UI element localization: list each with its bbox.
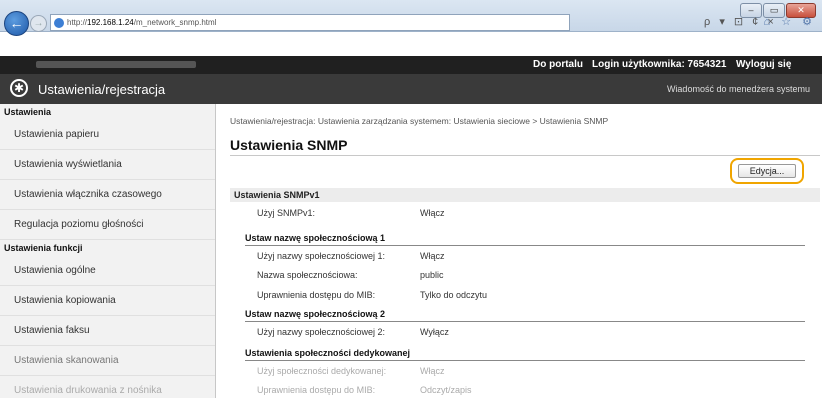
url-path: /m_network_snmp.html bbox=[133, 18, 217, 27]
back-arrow-icon[interactable]: ← bbox=[4, 11, 29, 36]
breadcrumb: Ustawienia/rejestracja: Ustawienia zarzą… bbox=[230, 116, 609, 126]
community2-use-label: Użyj nazwy społecznościowej 2: bbox=[257, 327, 386, 337]
row-community1-name: Nazwa społecznościowa: public bbox=[257, 270, 444, 280]
use-snmpv1-value: Włącz bbox=[420, 208, 445, 218]
forward-arrow-icon[interactable]: → bbox=[30, 15, 47, 32]
use-snmpv1-label: Użyj SNMPv1: bbox=[257, 208, 316, 218]
sidebar-item-scan[interactable]: Ustawienia skanowania bbox=[0, 346, 215, 376]
main-content: Ustawienia/rejestracja: Ustawienia zarzą… bbox=[217, 104, 822, 398]
sidebar-item-fax[interactable]: Ustawienia faksu bbox=[0, 316, 215, 346]
dedicated-mib-label: Uprawnienia dostępu do MIB: bbox=[257, 385, 376, 395]
community1-mib-value: Tylko do odczytu bbox=[420, 290, 488, 300]
row-use-snmpv1: Użyj SNMPv1: Włącz bbox=[257, 208, 445, 218]
logout-link[interactable]: Wyloguj się bbox=[736, 59, 791, 70]
community1-use-label: Użyj nazwy społecznościowej 1: bbox=[257, 251, 386, 261]
url-prefix: http:// bbox=[67, 18, 88, 27]
sidebar-section-functions: Ustawienia funkcji bbox=[4, 243, 83, 253]
sidebar-item-media-print[interactable]: Ustawienia drukowania z nośnika bbox=[0, 376, 215, 398]
admin-message-link[interactable]: Wiadomość do menedżera systemu bbox=[667, 84, 810, 94]
page-title: Ustawienia SNMP bbox=[230, 137, 348, 153]
title-divider bbox=[230, 155, 820, 156]
sidebar-item-timer[interactable]: Ustawienia włącznika czasowego bbox=[0, 180, 215, 210]
sidebar-section-settings: Ustawienia bbox=[4, 107, 52, 117]
sidebar: Ustawienia Ustawienia papieru Ustawienia… bbox=[0, 104, 216, 398]
portal-link[interactable]: Do portalu bbox=[533, 59, 583, 70]
row-dedicated-use: Użyj społeczności dedykowanej: Włącz bbox=[257, 366, 445, 376]
navigation-row: ← → http://192.168.1.24/m_network_snmp.h… bbox=[4, 11, 818, 36]
subsection-dedicated: Ustawienia społeczności dedykowanej bbox=[245, 348, 805, 361]
page-icon bbox=[54, 18, 64, 28]
row-community1-use: Użyj nazwy społecznościowej 1: Włącz bbox=[257, 251, 445, 261]
top-bar: Do portalu Login użytkownika: 7654321 Wy… bbox=[0, 56, 822, 74]
subsection-community1: Ustaw nazwę społecznościową 1 bbox=[245, 233, 805, 246]
sidebar-item-display[interactable]: Ustawienia wyświetlania bbox=[0, 150, 215, 180]
browser-titlebar: – ▭ ✕ ← → http://192.168.1.24/m_network_… bbox=[0, 0, 822, 36]
url-host: 192.168.1.24 bbox=[87, 18, 134, 27]
sidebar-item-general[interactable]: Ustawienia ogólne bbox=[0, 256, 215, 286]
toolbar-icons[interactable]: ⌂ ☆ ⚙ bbox=[764, 15, 816, 28]
section-snmpv1: Ustawienia SNMPv1 bbox=[230, 188, 820, 202]
dedicated-mib-value: Odczyt/zapis bbox=[420, 385, 472, 395]
device-name-blurred bbox=[36, 61, 196, 68]
settings-gear-icon: ✱ bbox=[10, 79, 28, 97]
row-dedicated-mib: Uprawnienia dostępu do MIB: Odczyt/zapis bbox=[257, 385, 472, 395]
address-bar[interactable]: http://192.168.1.24/m_network_snmp.html bbox=[50, 14, 570, 31]
edit-button[interactable]: Edycja... bbox=[738, 164, 796, 178]
row-community1-mib: Uprawnienia dostępu do MIB: Tylko do odcz… bbox=[257, 290, 487, 300]
dedicated-use-value: Włącz bbox=[420, 366, 445, 376]
community1-use-value: Włącz bbox=[420, 251, 445, 261]
sidebar-item-paper[interactable]: Ustawienia papieru bbox=[0, 120, 215, 150]
subsection-community2: Ustaw nazwę społecznościową 2 bbox=[245, 309, 805, 322]
community1-name-value: public bbox=[420, 270, 444, 280]
sidebar-item-volume[interactable]: Regulacja poziomu głośności bbox=[0, 210, 215, 240]
community1-mib-label: Uprawnienia dostępu do MIB: bbox=[257, 290, 376, 300]
edit-highlight: Edycja... bbox=[730, 158, 804, 184]
sidebar-item-copy[interactable]: Ustawienia kopiowania bbox=[0, 286, 215, 316]
row-community2-use: Użyj nazwy społecznościowej 2: Wyłącz bbox=[257, 327, 449, 337]
community1-name-label: Nazwa społecznościowa: bbox=[257, 270, 358, 280]
login-user-label: Login użytkownika: 7654321 bbox=[592, 59, 727, 70]
community2-use-value: Wyłącz bbox=[420, 327, 449, 337]
app-title: Ustawienia/rejestracja bbox=[38, 82, 166, 97]
header: ✱ Ustawienia/rejestracja Wiadomość do me… bbox=[0, 74, 822, 104]
dedicated-use-label: Użyj społeczności dedykowanej: bbox=[257, 366, 387, 376]
